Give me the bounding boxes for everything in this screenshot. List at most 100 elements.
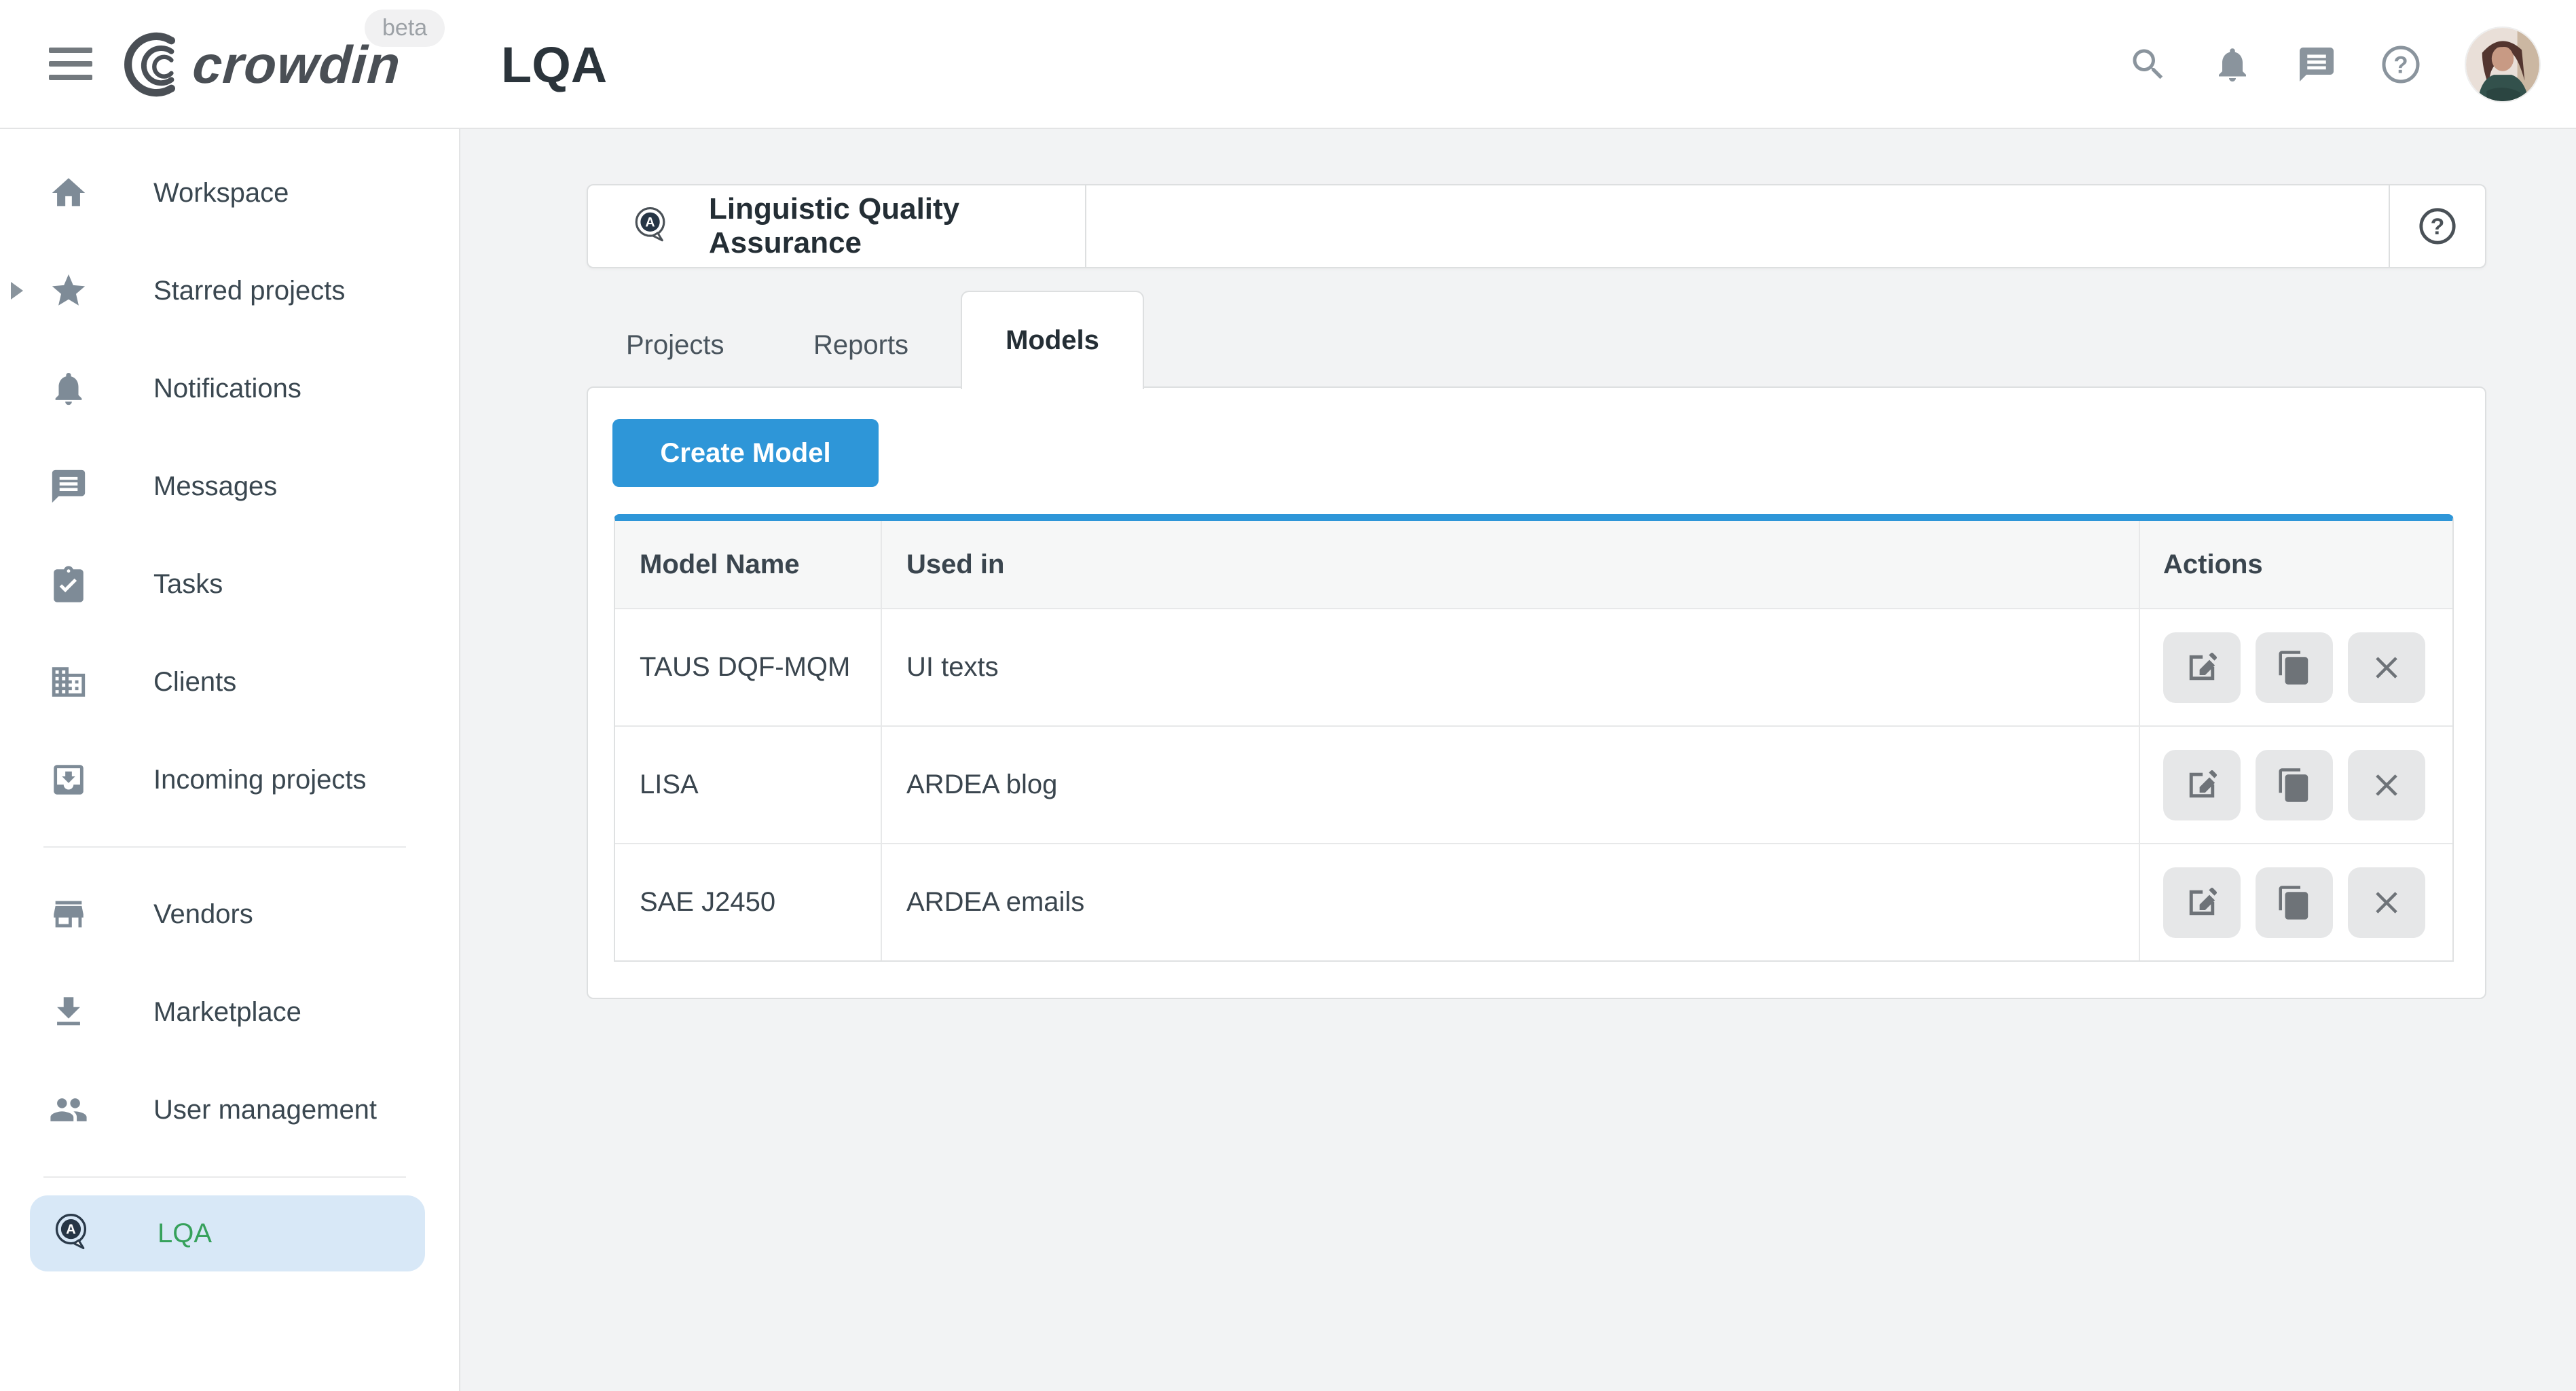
sidebar-item-label: User management xyxy=(153,1095,377,1125)
chevron-right-icon[interactable] xyxy=(11,282,23,300)
create-model-button[interactable]: Create Model xyxy=(612,419,879,487)
sidebar: Workspace Starred projects Notifications… xyxy=(0,129,460,1391)
edit-icon xyxy=(2184,649,2220,686)
close-icon xyxy=(2368,767,2405,803)
close-icon xyxy=(2368,649,2405,686)
column-header-model-name: Model Name xyxy=(615,521,881,608)
used-in-cell: ARDEA emails xyxy=(881,844,2139,960)
message-icon xyxy=(49,467,88,506)
copy-icon xyxy=(2276,649,2313,686)
sidebar-item-user-management[interactable]: User management xyxy=(0,1061,459,1159)
sidebar-item-workspace[interactable]: Workspace xyxy=(0,144,459,242)
sidebar-item-lqa-selected[interactable]: A LQA xyxy=(30,1195,425,1271)
table-header-row: Model Name Used in Actions xyxy=(615,521,2452,608)
help-icon: ? xyxy=(2418,206,2457,246)
edit-model-button[interactable] xyxy=(2163,632,2241,703)
notifications-bell-icon[interactable] xyxy=(2212,44,2253,85)
main-content: A Linguistic Quality Assurance ? Project… xyxy=(462,129,2576,1391)
tab-projects[interactable]: Projects xyxy=(626,304,724,386)
sidebar-item-starred-projects[interactable]: Starred projects xyxy=(0,242,459,340)
lqa-icon: A xyxy=(630,204,674,248)
tab-reports[interactable]: Reports xyxy=(813,304,908,386)
lqa-header-title: Linguistic Quality Assurance xyxy=(709,192,1085,260)
models-table: Model Name Used in Actions TAUS DQF-MQM … xyxy=(614,514,2454,962)
table-row: LISA ARDEA blog xyxy=(615,725,2452,843)
close-icon xyxy=(2368,884,2405,921)
copy-icon xyxy=(2276,767,2313,803)
sidebar-item-label: Clients xyxy=(153,667,236,698)
actions-cell xyxy=(2139,609,2452,725)
sidebar-item-label: Marketplace xyxy=(153,997,301,1028)
column-header-used-in: Used in xyxy=(881,521,2139,608)
tasks-clipboard-icon xyxy=(49,564,88,604)
edit-icon xyxy=(2184,884,2220,921)
sidebar-item-label: Vendors xyxy=(153,899,253,930)
avatar[interactable] xyxy=(2465,26,2541,103)
delete-model-button[interactable] xyxy=(2348,867,2425,938)
crowdin-logo[interactable]: crowdin xyxy=(124,0,401,129)
lqa-header-bar: A Linguistic Quality Assurance ? xyxy=(587,184,2486,268)
tab-models-active[interactable]: Models xyxy=(961,291,1144,389)
svg-text:?: ? xyxy=(2393,52,2408,79)
sidebar-item-label: Messages xyxy=(153,471,277,502)
sidebar-item-notifications[interactable]: Notifications xyxy=(0,340,459,437)
actions-cell xyxy=(2139,844,2452,960)
search-icon[interactable] xyxy=(2128,44,2169,85)
sidebar-item-incoming-projects[interactable]: Incoming projects xyxy=(0,731,459,829)
beta-badge: beta xyxy=(365,10,445,47)
svg-text:A: A xyxy=(645,215,655,230)
building-icon xyxy=(49,662,88,702)
lqa-header-title-section: A Linguistic Quality Assurance xyxy=(588,185,1086,267)
model-name-cell: SAE J2450 xyxy=(615,844,881,960)
sidebar-item-messages[interactable]: Messages xyxy=(0,437,459,535)
sidebar-divider xyxy=(43,1176,406,1178)
home-icon xyxy=(49,173,88,213)
star-icon xyxy=(49,271,88,310)
people-icon xyxy=(49,1090,88,1130)
sidebar-divider xyxy=(43,846,406,848)
sidebar-item-label: Workspace xyxy=(153,178,289,209)
column-header-actions: Actions xyxy=(2139,521,2452,608)
sidebar-item-label: Tasks xyxy=(153,569,223,600)
duplicate-model-button[interactable] xyxy=(2256,867,2333,938)
topbar-actions: ? xyxy=(2128,0,2541,129)
edit-icon xyxy=(2184,767,2220,803)
used-in-cell: ARDEA blog xyxy=(881,727,2139,843)
svg-text:?: ? xyxy=(2431,214,2445,240)
duplicate-model-button[interactable] xyxy=(2256,632,2333,703)
inbox-icon xyxy=(49,760,88,799)
page-title: LQA xyxy=(501,0,607,129)
edit-model-button[interactable] xyxy=(2163,867,2241,938)
crowdin-wordmark: crowdin xyxy=(191,34,403,96)
table-row: SAE J2450 ARDEA emails xyxy=(615,843,2452,960)
download-icon xyxy=(49,992,88,1032)
sidebar-item-marketplace[interactable]: Marketplace xyxy=(0,963,459,1061)
edit-model-button[interactable] xyxy=(2163,750,2241,820)
top-bar: crowdin beta LQA ? xyxy=(0,0,2576,129)
sidebar-item-vendors[interactable]: Vendors xyxy=(0,865,459,963)
messages-icon[interactable] xyxy=(2296,44,2337,85)
delete-model-button[interactable] xyxy=(2348,632,2425,703)
store-icon xyxy=(49,895,88,934)
header-spacer xyxy=(1086,185,2389,267)
model-name-cell: TAUS DQF-MQM xyxy=(615,609,881,725)
actions-cell xyxy=(2139,727,2452,843)
models-panel: Create Model Model Name Used in Actions … xyxy=(587,386,2486,999)
bell-icon xyxy=(49,369,88,408)
header-help-section[interactable]: ? xyxy=(2389,185,2485,267)
table-row: TAUS DQF-MQM UI texts xyxy=(615,608,2452,725)
sidebar-item-clients[interactable]: Clients xyxy=(0,633,459,731)
hamburger-menu-icon[interactable] xyxy=(49,48,92,80)
help-icon[interactable]: ? xyxy=(2380,44,2421,85)
sidebar-item-label: Notifications xyxy=(153,374,301,404)
crowdin-logo-icon xyxy=(124,32,189,97)
used-in-cell: UI texts xyxy=(881,609,2139,725)
sidebar-item-tasks[interactable]: Tasks xyxy=(0,535,459,633)
delete-model-button[interactable] xyxy=(2348,750,2425,820)
sidebar-item-label: LQA xyxy=(158,1218,212,1249)
svg-text:A: A xyxy=(66,1223,76,1238)
duplicate-model-button[interactable] xyxy=(2256,750,2333,820)
sidebar-item-label: Starred projects xyxy=(153,276,345,306)
copy-icon xyxy=(2276,884,2313,921)
lqa-icon: A xyxy=(50,1211,95,1256)
